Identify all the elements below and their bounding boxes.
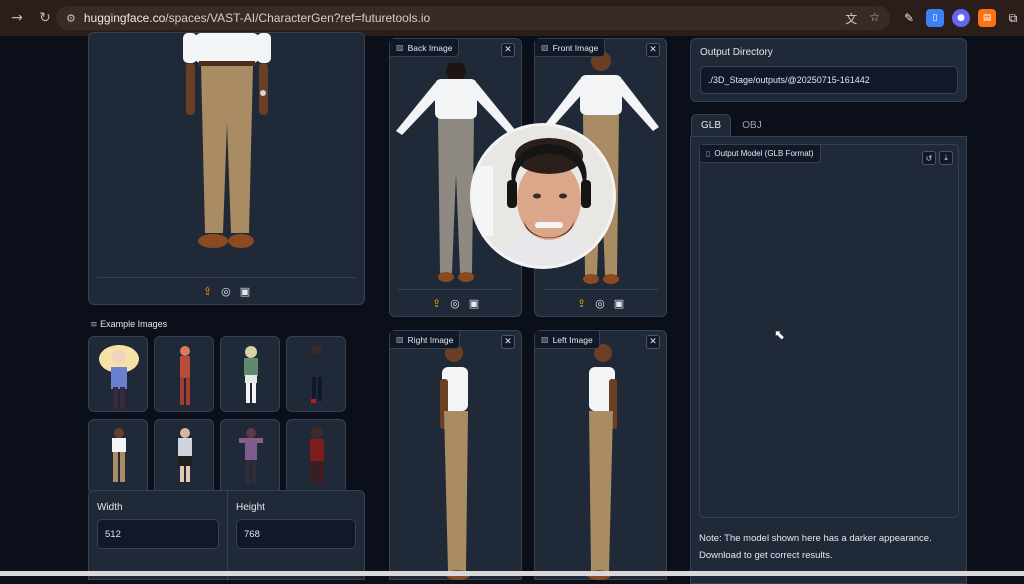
example-image <box>155 337 214 412</box>
right-image-panel[interactable]: ▨ Right Image ✕ <box>389 330 522 580</box>
left-image-label-text: Left Image <box>553 335 593 345</box>
front-toolbar: ⇪ ◎ ▣ <box>535 297 666 310</box>
input-toolbar: ⇪ ◎ ▣ <box>89 285 364 298</box>
back-image-label: ▨ Back Image <box>390 39 459 57</box>
output-model-label-text: Output Model (GLB Format) <box>714 149 813 158</box>
example-image <box>89 337 148 412</box>
input-image-panel[interactable]: ⇪ ◎ ▣ <box>88 32 365 305</box>
close-icon[interactable]: ✕ <box>646 335 660 349</box>
back-toolbar: ⇪ ◎ ▣ <box>390 297 521 310</box>
left-view-figure <box>567 339 637 581</box>
clipboard-icon[interactable]: ▣ <box>614 297 624 310</box>
mouse-cursor-icon: ⬉ <box>774 328 785 343</box>
webcam-icon[interactable]: ◎ <box>221 285 231 298</box>
front-panel-divider <box>543 289 658 290</box>
height-label: Height <box>236 502 265 513</box>
right-image-label-text: Right Image <box>408 335 454 345</box>
back-image-label-text: Back Image <box>408 43 453 53</box>
left-image-label: ▨ Left Image <box>535 331 600 349</box>
input-character-figure <box>177 33 277 259</box>
site-settings-icon[interactable]: ⚙ <box>66 12 76 25</box>
example-thumb[interactable] <box>286 336 346 412</box>
output-model-section: GLB OBJ ▯ Output Model (GLB Format) ↺ ⤓ N… <box>690 114 967 584</box>
reset-view-icon[interactable]: ↺ <box>922 151 936 165</box>
app-page: ⇪ ◎ ▣ ≡ Example Images Width 512 Height … <box>0 36 1024 576</box>
file-icon: ▯ <box>706 149 710 158</box>
height-input[interactable]: 768 <box>236 519 356 549</box>
list-icon: ≡ <box>90 320 98 330</box>
browser-toolbar: → ↻ ⚙ huggingface.co/spaces/VAST-AI/Char… <box>0 0 1024 36</box>
forward-icon[interactable]: → <box>6 7 28 29</box>
example-image <box>221 337 280 412</box>
example-image <box>221 420 280 495</box>
example-image <box>89 420 148 495</box>
output-directory-label: Output Directory <box>700 47 773 58</box>
example-image <box>287 420 346 495</box>
translate-icon[interactable]: 文 <box>845 10 857 27</box>
close-icon[interactable]: ✕ <box>501 335 515 349</box>
shop-extension-icon[interactable]: ▤ <box>978 9 996 27</box>
example-thumb[interactable] <box>88 336 148 412</box>
upload-icon[interactable]: ⇪ <box>432 297 441 310</box>
eyedropper-extension-icon[interactable]: ✎ <box>900 9 918 27</box>
right-view-figure <box>420 339 490 581</box>
presenter-face <box>473 126 616 269</box>
url-path: /spaces/VAST-AI/CharacterGen?ref=futuret… <box>165 11 430 25</box>
back-panel-divider <box>398 289 513 290</box>
size-divider <box>227 491 228 581</box>
model-viewer[interactable]: ▯ Output Model (GLB Format) ↺ ⤓ <box>699 144 959 518</box>
doc-extension-icon[interactable]: ▯ <box>926 9 944 27</box>
size-settings-panel: Width 512 Height 768 <box>88 490 365 580</box>
upload-icon[interactable]: ⇪ <box>203 285 212 298</box>
clipboard-icon[interactable]: ▣ <box>469 297 479 310</box>
bookmark-star-icon[interactable]: ☆ <box>869 10 880 27</box>
example-thumb[interactable] <box>220 419 280 495</box>
bottom-edge-bar <box>0 571 1024 576</box>
clipboard-icon[interactable]: ▣ <box>240 285 250 298</box>
image-icon: ▨ <box>541 335 549 344</box>
example-thumb[interactable] <box>220 336 280 412</box>
front-image-label-text: Front Image <box>553 43 599 53</box>
right-image-label: ▨ Right Image <box>390 331 460 349</box>
output-directory-input[interactable]: ./3D_Stage/outputs/@20250715-161442 <box>700 66 958 94</box>
close-icon[interactable]: ✕ <box>646 43 660 57</box>
dark-appearance-note: Note: The model shown here has a darker … <box>699 530 959 564</box>
tab-glb[interactable]: GLB <box>691 114 731 136</box>
input-panel-divider <box>97 277 356 278</box>
download-icon[interactable]: ⤓ <box>939 151 953 165</box>
extensions-puzzle-icon[interactable]: ⧉ <box>1004 9 1022 27</box>
example-thumb[interactable] <box>88 419 148 495</box>
ai-extension-icon[interactable]: ● <box>952 9 970 27</box>
image-icon: ▨ <box>396 335 404 344</box>
example-thumb[interactable] <box>154 419 214 495</box>
webcam-icon[interactable]: ◎ <box>595 297 605 310</box>
address-bar[interactable]: ⚙ huggingface.co/spaces/VAST-AI/Characte… <box>56 6 890 30</box>
image-icon: ▨ <box>396 43 404 52</box>
front-image-label: ▨ Front Image <box>535 39 605 57</box>
output-directory-panel: Output Directory ./3D_Stage/outputs/@202… <box>690 38 967 102</box>
close-icon[interactable]: ✕ <box>501 43 515 57</box>
webcam-overlay <box>470 123 616 269</box>
tab-obj[interactable]: OBJ <box>734 114 770 136</box>
webcam-icon[interactable]: ◎ <box>450 297 460 310</box>
left-image-panel[interactable]: ▨ Left Image ✕ <box>534 330 667 580</box>
url-host: huggingface.co <box>84 11 165 25</box>
image-icon: ▨ <box>541 43 549 52</box>
width-input[interactable]: 512 <box>97 519 219 549</box>
example-thumb[interactable] <box>286 419 346 495</box>
example-image <box>155 420 214 495</box>
examples-title: Example Images <box>100 319 167 329</box>
width-label: Width <box>97 502 123 513</box>
example-thumb[interactable] <box>154 336 214 412</box>
output-model-label: ▯ Output Model (GLB Format) <box>700 145 821 163</box>
example-image <box>287 337 346 412</box>
examples-header: ≡ Example Images <box>90 319 167 330</box>
reload-icon[interactable]: ↻ <box>34 7 56 29</box>
upload-icon[interactable]: ⇪ <box>577 297 586 310</box>
